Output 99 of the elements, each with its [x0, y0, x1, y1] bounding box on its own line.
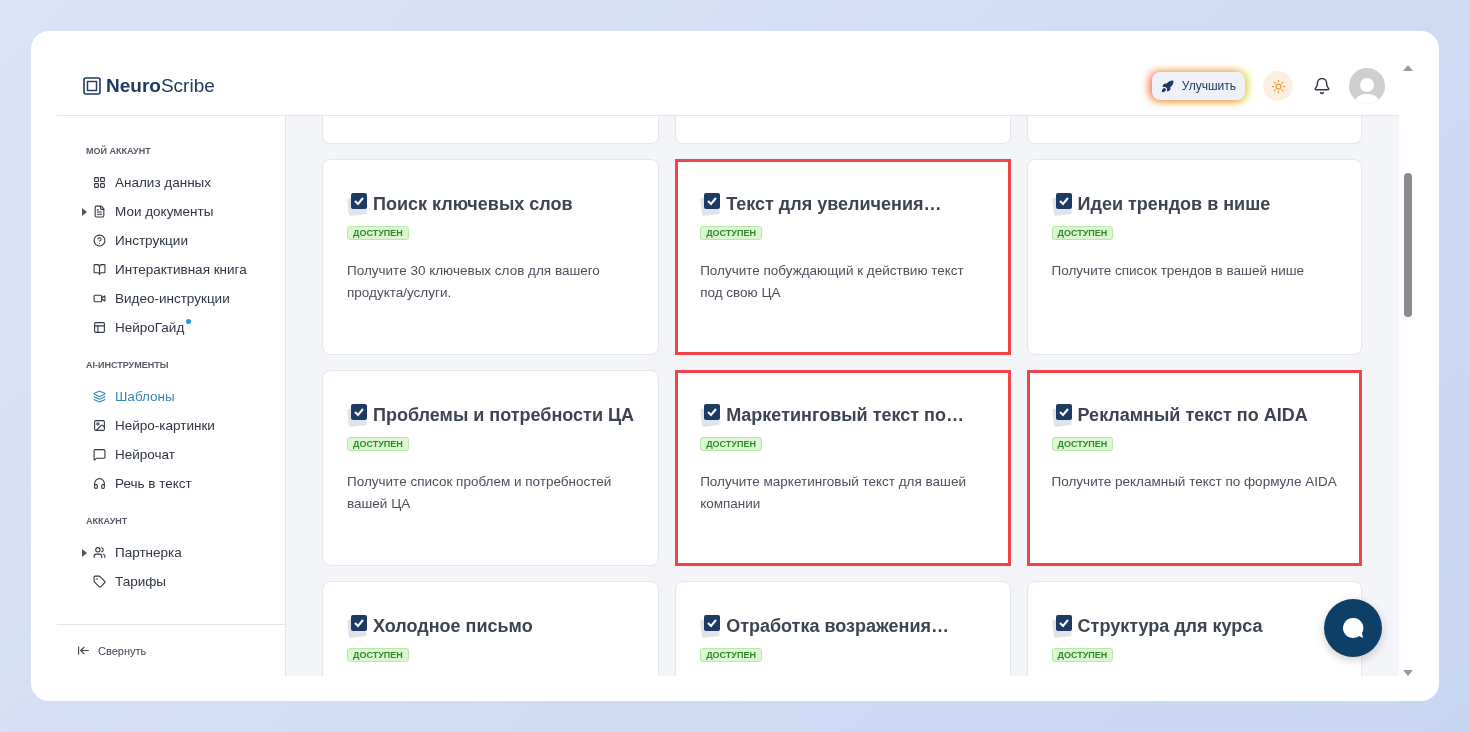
card-description: Получите побуждающий к действию текст под свою ЦА	[700, 262, 965, 302]
check-square-icon	[347, 403, 369, 427]
card-title: Рекламный текст по AIDA	[1077, 404, 1308, 426]
template-card[interactable]: Отработка возражения… ДОСТУПЕН	[675, 581, 1011, 676]
card-description: Получите 30 ключевых слов для вашего продукта/услуги.	[347, 262, 601, 302]
item-label: Тарифы	[115, 574, 166, 589]
sidebar-item[interactable]: Инструкции	[86, 226, 285, 255]
status-badge: ДОСТУПЕН	[347, 226, 409, 240]
status-badge: ДОСТУПЕН	[700, 648, 762, 662]
item-label: Партнерка	[115, 545, 182, 560]
status-badge: ДОСТУПЕН	[347, 437, 409, 451]
theme-toggle-button[interactable]	[1263, 71, 1293, 101]
item-label: Видео-инструкции	[115, 291, 230, 306]
status-badge: ДОСТУПЕН	[700, 437, 762, 451]
item-label: Речь в текст	[115, 476, 192, 491]
scrollbar-thumb[interactable]	[1404, 173, 1412, 317]
template-card[interactable]: Текст для увеличения… ДОСТУПЕН Получите побуждающий к действию текст под свою ЦА	[675, 159, 1011, 355]
upgrade-button[interactable]: Улучшить	[1151, 72, 1245, 100]
card-title: Проблемы и потребности ЦА	[373, 404, 635, 426]
menu-icon	[93, 292, 106, 305]
template-card[interactable]: Поиск ключевых слов ДОСТУПЕН Получите 30 ключевых слов для вашего продукта/услуги.	[322, 159, 660, 355]
item-label: Шаблоны	[115, 389, 175, 404]
menu-icon	[93, 234, 106, 247]
caret-icon	[82, 207, 87, 216]
scroll-down-arrow-icon[interactable]	[1403, 670, 1413, 676]
template-card[interactable]: Маркетинговый текст по… ДОСТУПЕН Получите маркетинговый текст для вашей компании	[675, 370, 1011, 566]
sidebar-item[interactable]: Интерактивная книга	[86, 255, 285, 284]
scroll-up-arrow-icon[interactable]	[1403, 65, 1413, 71]
menu-icon	[93, 477, 106, 490]
card-description: Получите маркетинговый текст для вашей компании	[700, 473, 967, 513]
menu-icon	[93, 546, 106, 559]
status-badge: ДОСТУПЕН	[347, 648, 409, 662]
sidebar-item[interactable]: Речь в текст	[86, 469, 285, 498]
menu-icon	[93, 419, 106, 432]
card-title: Поиск ключевых слов	[373, 193, 573, 215]
card-title: Структура для курса	[1077, 615, 1263, 637]
sidebar-item[interactable]: НейроГайд	[86, 313, 285, 342]
caret-icon	[82, 548, 87, 557]
check-square-icon	[347, 192, 369, 216]
menu-icon	[93, 321, 106, 334]
sidebar-item[interactable]: Нейро-картинки	[86, 411, 285, 440]
menu-icon	[93, 448, 106, 461]
status-badge: ДОСТУПЕН	[1051, 226, 1114, 240]
sidebar-item[interactable]: Мои документы	[86, 197, 285, 226]
check-square-icon	[1051, 403, 1074, 427]
item-label: Нейро-картинки	[115, 418, 215, 433]
item-label: Мои документы	[115, 204, 214, 219]
section-title: АККАУНТ	[86, 516, 129, 526]
item-label: Анализ данных	[115, 175, 212, 190]
item-label: Инструкции	[115, 233, 188, 248]
sidebar-item[interactable]: Тарифы	[86, 567, 285, 596]
logo-icon	[83, 77, 101, 95]
sidebar-item[interactable]: Нейрочат	[86, 440, 285, 469]
check-square-icon	[700, 192, 723, 216]
sidebar-item[interactable]: Анализ данных	[86, 168, 285, 197]
template-card[interactable]: Проблемы и потребности ЦА ДОСТУПЕН Получите список проблем и потребностей вашей ЦА	[322, 370, 660, 566]
card-title: Идеи трендов в нише	[1077, 193, 1271, 215]
status-badge: ДОСТУПЕН	[1051, 648, 1114, 662]
item-label: Нейрочат	[115, 447, 175, 462]
card-title: Текст для увеличения…	[726, 193, 942, 215]
item-label: НейроГайд	[115, 320, 185, 335]
template-card[interactable]: Рекламный текст по AIDA ДОСТУПЕН Получите рекламный текст по формуле AIDA	[1026, 370, 1362, 566]
sidebar-item[interactable]: Шаблоны	[86, 382, 285, 411]
collapse-icon	[77, 644, 90, 657]
notifications-button[interactable]	[1313, 77, 1331, 95]
check-square-icon	[1051, 192, 1074, 216]
new-dot	[186, 319, 192, 324]
template-card[interactable]: Структура для курса ДОСТУПЕН	[1026, 581, 1362, 676]
card-title: Холодное письмо	[373, 615, 533, 637]
bell-icon	[1313, 77, 1331, 95]
template-card[interactable]: Идеи трендов в нише ДОСТУПЕН Получите список трендов в вашей нише	[1026, 159, 1362, 355]
card-description: Получите рекламный текст по формуле AIDA	[1051, 473, 1337, 491]
check-square-icon	[700, 403, 723, 427]
template-card[interactable]: Холодное письмо ДОСТУПЕН	[322, 581, 660, 676]
menu-icon	[93, 176, 106, 189]
card-title: Маркетинговый текст по…	[726, 404, 964, 426]
sun-icon	[1270, 78, 1286, 94]
chat-bubble-icon	[1341, 616, 1365, 640]
status-badge: ДОСТУПЕН	[700, 226, 762, 240]
check-square-icon	[1051, 614, 1074, 638]
item-label: Интерактивная книга	[115, 262, 247, 277]
card-title: Отработка возражения…	[726, 615, 949, 637]
menu-icon	[93, 390, 106, 403]
card-description: Получите список трендов в вашей нише	[1051, 262, 1305, 280]
avatar[interactable]	[1349, 68, 1385, 104]
sidebar-item[interactable]: Видео-инструкции	[86, 284, 285, 313]
rocket-icon	[1160, 79, 1174, 93]
sidebar-item[interactable]: Партнерка	[86, 538, 285, 567]
menu-icon	[93, 205, 106, 218]
menu-icon	[93, 263, 106, 276]
status-badge: ДОСТУПЕН	[1051, 437, 1114, 451]
check-square-icon	[347, 614, 369, 638]
menu-icon	[93, 575, 106, 588]
check-square-icon	[700, 614, 723, 638]
section-title: AI-ИНСТРУМЕНТЫ	[86, 360, 170, 370]
collapse-button[interactable]: Свернуть	[77, 644, 147, 657]
card-description: Получите список проблем и потребностей вашей ЦА	[347, 473, 613, 513]
section-title: МОЙ АККАУНТ	[86, 146, 152, 156]
logo-text: NeuroScribe	[106, 75, 215, 97]
